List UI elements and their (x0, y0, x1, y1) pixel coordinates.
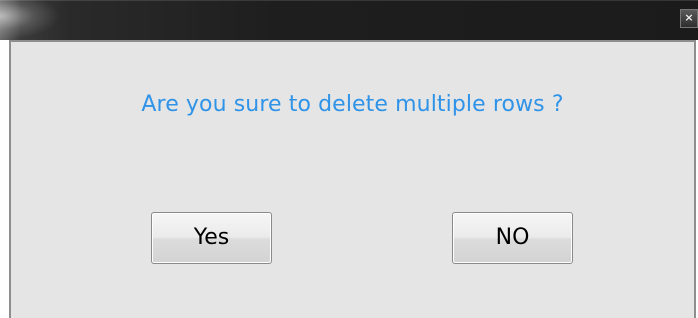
window-left-edge (0, 40, 9, 318)
close-button[interactable]: × (680, 9, 698, 28)
confirm-dialog-window: × Are you sure to delete multiple rows ?… (0, 0, 698, 318)
yes-button[interactable]: Yes (151, 212, 272, 264)
title-bar-glow (0, 0, 60, 40)
dialog-panel: Are you sure to delete multiple rows ? Y… (9, 40, 696, 318)
no-button[interactable]: NO (452, 212, 573, 264)
confirm-message: Are you sure to delete multiple rows ? (141, 92, 564, 117)
title-bar[interactable]: × (0, 0, 698, 40)
close-icon: × (684, 11, 694, 24)
